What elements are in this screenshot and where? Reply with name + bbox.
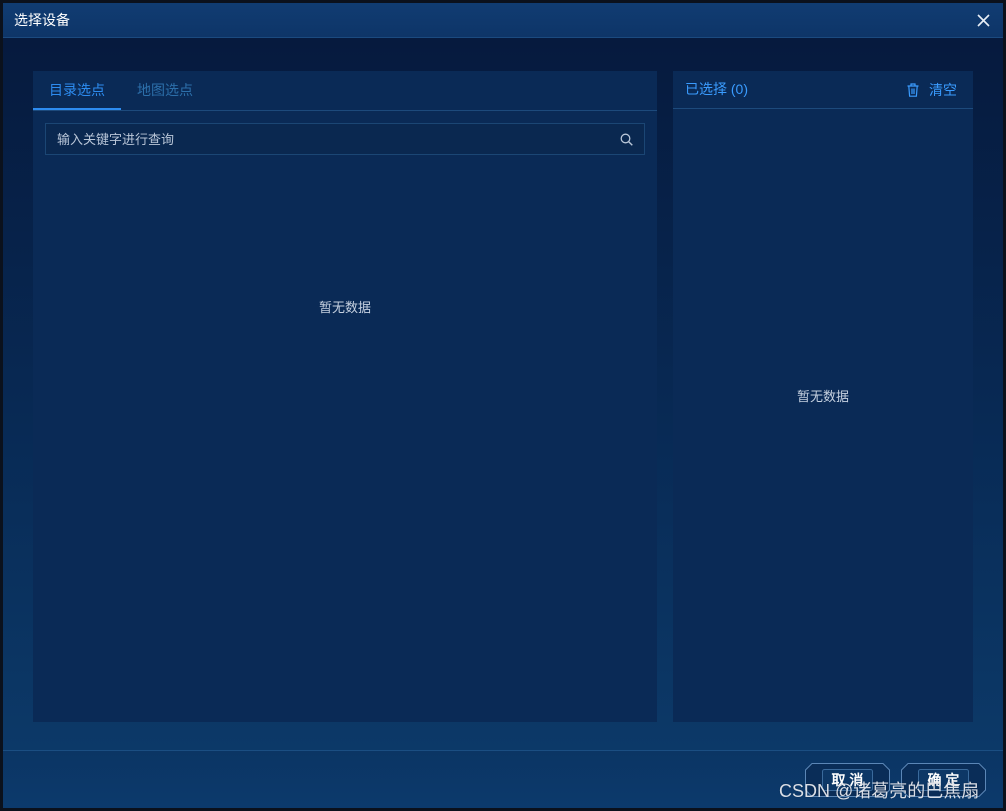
clear-label: 清空 bbox=[929, 81, 957, 98]
csdn-watermark: CSDN @诸葛亮的巴焦扇 bbox=[779, 781, 980, 801]
dialog-header: 选择设备 bbox=[3, 3, 1003, 38]
tab-catalog-select[interactable]: 目录选点 bbox=[33, 71, 121, 110]
device-source-panel: 目录选点 地图选点 暂无数据 bbox=[33, 71, 657, 722]
search-glyph bbox=[620, 133, 633, 146]
dialog-body: 目录选点 地图选点 暂无数据 已选择 (0) bbox=[3, 38, 1003, 750]
device-tree-empty-text: 暂无数据 bbox=[318, 300, 371, 315]
selected-count-label: 已选择 (0) bbox=[685, 81, 748, 97]
trash-glyph bbox=[907, 82, 919, 97]
source-tabs: 目录选点 地图选点 bbox=[33, 71, 657, 111]
tab-map-select[interactable]: 地图选点 bbox=[121, 71, 209, 110]
trash-icon bbox=[907, 82, 919, 97]
dialog-title: 选择设备 bbox=[14, 12, 70, 28]
search-box bbox=[45, 123, 645, 155]
select-device-dialog: 选择设备 目录选点 地图选点 输入关键字进行查询 暂无数据 已选择 (0) 清空… bbox=[0, 0, 1006, 811]
close-glyph bbox=[977, 14, 990, 27]
search-input[interactable] bbox=[46, 124, 606, 154]
selected-devices-panel: 已选择 (0) 清空 暂无数据 bbox=[673, 71, 973, 722]
tab-label: 目录选点 bbox=[49, 82, 105, 98]
selected-list-empty-text: 暂无数据 bbox=[796, 389, 849, 404]
tab-label: 地图选点 bbox=[137, 82, 193, 98]
selected-header: 已选择 (0) 清空 bbox=[673, 71, 973, 109]
close-icon[interactable] bbox=[977, 14, 990, 27]
clear-button[interactable]: 清空 bbox=[907, 71, 957, 108]
search-icon[interactable] bbox=[620, 133, 633, 146]
